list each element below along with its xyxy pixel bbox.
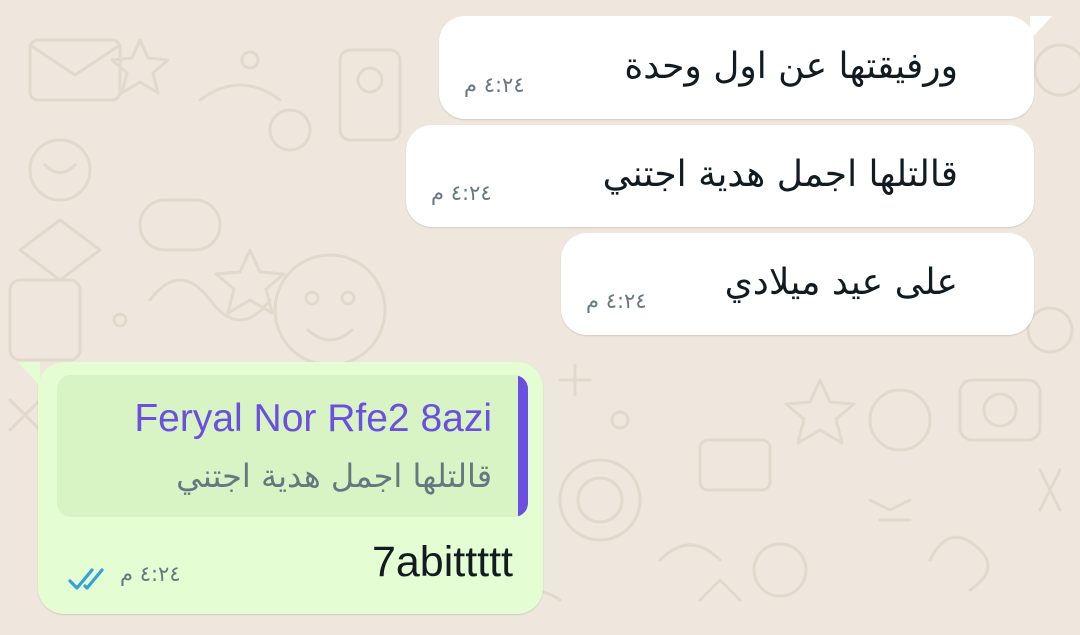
message-timestamp: ٤:٢٤ م (464, 73, 525, 97)
bubble-tail (1030, 16, 1052, 40)
quote-accent-bar (518, 375, 528, 517)
quoted-author: Feryal Nor Rfe2 8azi (134, 397, 492, 440)
bubble-tail (18, 362, 40, 386)
quoted-text: قالتلها اجمل هدية اجتني (176, 457, 492, 495)
message-text: 7abittttt (371, 538, 513, 586)
message-bubble[interactable]: ورفيقتها عن اول وحدة ٤:٢٤ م (439, 16, 1052, 119)
message-timestamp: ٤:٢٤ م (431, 181, 492, 205)
message-bubble[interactable]: على عيد ميلادي ٤:٢٤ م (561, 233, 1034, 335)
quoted-message[interactable]: Feryal Nor Rfe2 8azi قالتلها اجمل هدية ا… (57, 375, 528, 517)
reply-message-bubble[interactable]: Feryal Nor Rfe2 8azi قالتلها اجمل هدية ا… (18, 362, 543, 614)
double-check-read-icon (68, 568, 104, 590)
message-text: على عيد ميلادي (724, 261, 958, 303)
message-timestamp: ٤:٢٤ م (586, 289, 647, 313)
message-timestamp: ٤:٢٤ م (120, 562, 181, 586)
message-text: قالتلها اجمل هدية اجتني (602, 153, 958, 195)
message-bubble[interactable]: قالتلها اجمل هدية اجتني ٤:٢٤ م (406, 125, 1034, 227)
message-text: ورفيقتها عن اول وحدة (624, 45, 958, 87)
